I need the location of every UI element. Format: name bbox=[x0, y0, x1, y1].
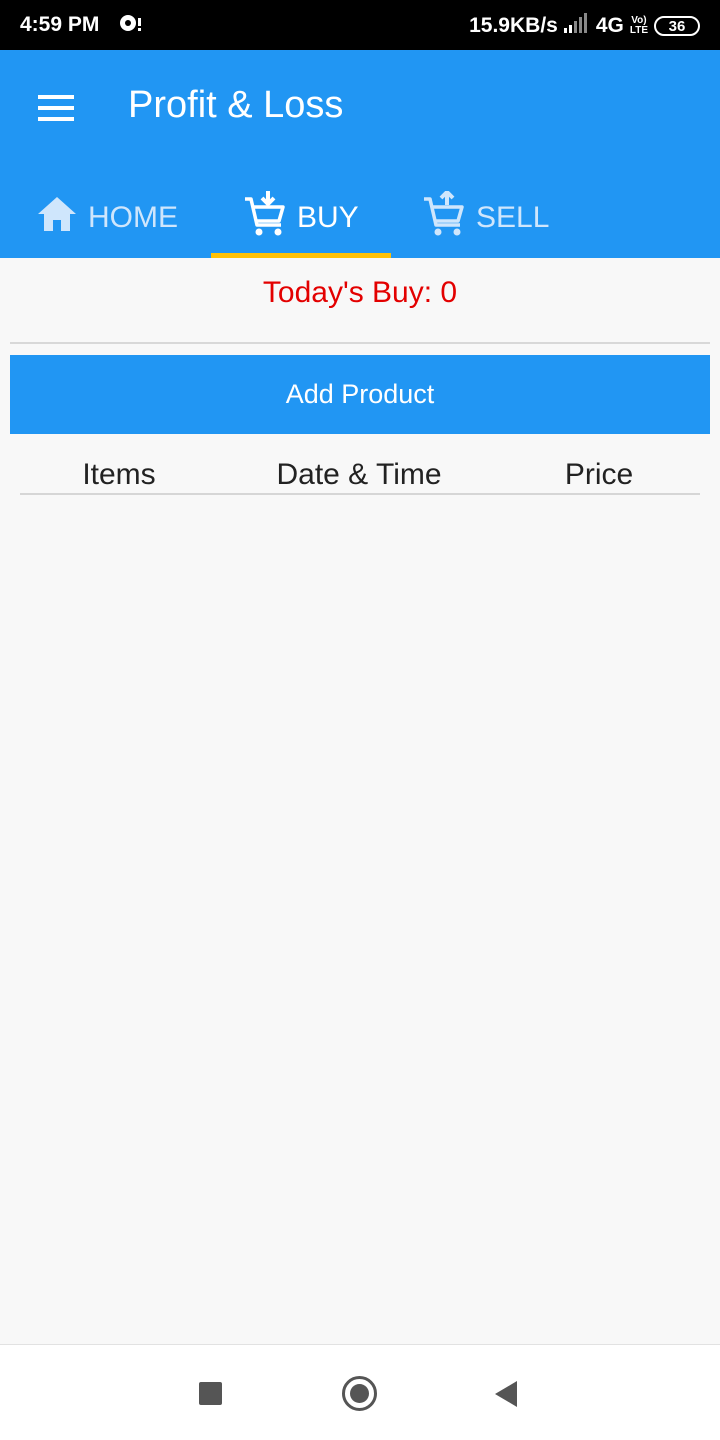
column-header-price: Price bbox=[564, 458, 634, 491]
tab-buy-label: BUY bbox=[297, 200, 359, 234]
recents-square-icon[interactable] bbox=[199, 1382, 222, 1405]
cart-upload-icon bbox=[422, 188, 466, 245]
table-header: Items Date & Time Price bbox=[20, 458, 700, 495]
battery-level: 36 bbox=[668, 17, 686, 35]
column-header-date-time: Date & Time bbox=[276, 458, 442, 491]
battery-icon: 36 bbox=[654, 16, 700, 36]
page-title: Profit & Loss bbox=[128, 84, 344, 126]
cart-download-icon bbox=[243, 190, 287, 245]
home-icon bbox=[36, 195, 78, 241]
system-nav-bar bbox=[0, 1344, 720, 1440]
home-circle-icon[interactable] bbox=[342, 1376, 377, 1411]
tab-buy[interactable]: BUY bbox=[243, 177, 359, 258]
hamburger-menu-icon[interactable] bbox=[38, 95, 74, 121]
status-time: 4:59 PM bbox=[20, 13, 100, 36]
lte-text: LTE bbox=[629, 25, 648, 36]
tab-sell[interactable]: SELL bbox=[422, 177, 549, 258]
active-tab-indicator bbox=[211, 253, 391, 258]
status-right: 15.9KB/s 4G Vo) LTE 36 bbox=[469, 13, 700, 39]
divider bbox=[10, 342, 710, 344]
signal-icon bbox=[563, 13, 590, 39]
network-type: 4G bbox=[595, 14, 624, 37]
back-triangle-icon[interactable] bbox=[495, 1381, 517, 1407]
net-speed: 15.9KB/s bbox=[469, 14, 558, 37]
tab-bar: HOME BUY SELL bbox=[0, 177, 720, 258]
tab-home[interactable]: HOME bbox=[36, 177, 178, 258]
tab-sell-label: SELL bbox=[476, 200, 550, 234]
todays-buy-label: Today's Buy: 0 bbox=[262, 276, 458, 309]
app-bar: Profit & Loss HOME BUY SELL bbox=[0, 50, 720, 258]
column-header-items: Items bbox=[82, 458, 156, 491]
status-bar: 4:59 PM 15.9KB/s 4G Vo) LTE 36 bbox=[0, 0, 720, 50]
notification-icon bbox=[118, 12, 144, 40]
volte-icon: Vo) LTE bbox=[630, 16, 648, 36]
add-product-button[interactable]: Add Product bbox=[10, 355, 710, 434]
tab-home-label: HOME bbox=[88, 200, 178, 234]
